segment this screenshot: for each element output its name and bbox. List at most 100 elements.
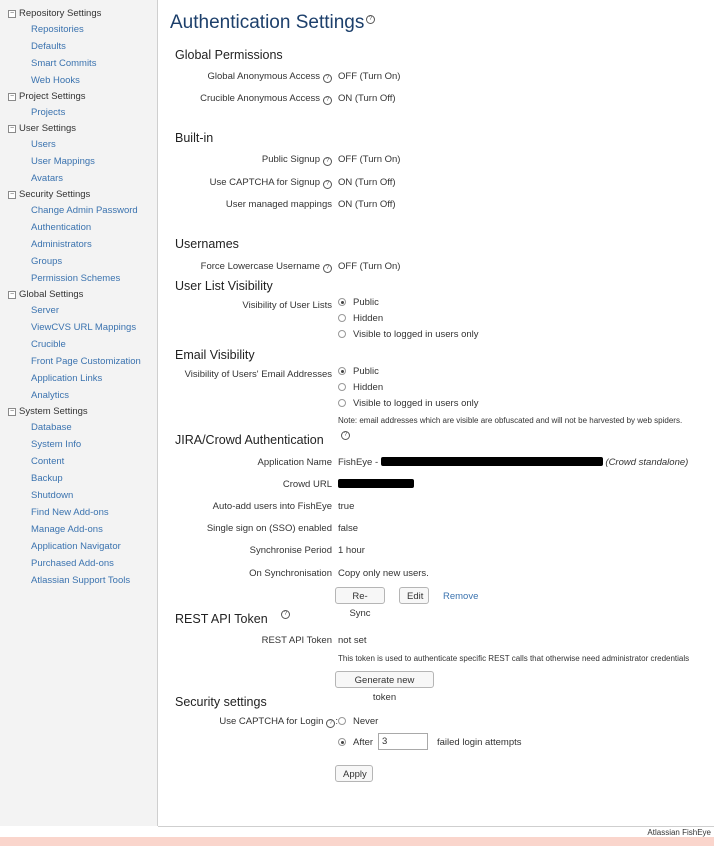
force-lowercase-username-value[interactable]: OFF (Turn On)	[338, 261, 400, 272]
collapse-icon[interactable]: −	[8, 408, 16, 416]
apply-button[interactable]: Apply	[335, 765, 373, 782]
sidebar-item-find-new-add-ons[interactable]: Find New Add-ons	[31, 506, 109, 520]
collapse-icon[interactable]: −	[8, 291, 16, 299]
global-anonymous-access-value[interactable]: OFF (Turn On)	[338, 71, 400, 82]
sidebar-group-label: Project Settings	[19, 91, 86, 102]
sidebar-group-project-settings[interactable]: − Project Settings	[8, 90, 86, 104]
user-list-option-hidden[interactable]: Hidden	[338, 313, 383, 324]
sidebar-item-database[interactable]: Database	[31, 421, 72, 435]
sidebar-item-user-mappings[interactable]: User Mappings	[31, 155, 95, 169]
sidebar-item-purchased-add-ons[interactable]: Purchased Add-ons	[31, 557, 114, 571]
help-icon[interactable]: ?	[323, 74, 332, 83]
help-icon[interactable]: ?	[341, 431, 350, 440]
sidebar-group-label: Security Settings	[19, 189, 91, 200]
help-icon[interactable]: ?	[281, 610, 290, 619]
sidebar-item-authentication[interactable]: Authentication	[31, 221, 91, 235]
user-managed-mappings-label: User managed mappings	[225, 199, 332, 210]
sidebar-item-application-navigator[interactable]: Application Navigator	[31, 540, 121, 554]
sidebar-item-permission-schemes[interactable]: Permission Schemes	[31, 272, 120, 286]
option-label: Hidden	[353, 313, 384, 324]
label-text: Use CAPTCHA for Login	[219, 716, 324, 727]
collapse-icon[interactable]: −	[8, 125, 16, 133]
help-icon[interactable]: ?	[323, 180, 332, 189]
sidebar-item-web-hooks[interactable]: Web Hooks	[31, 74, 80, 88]
help-icon[interactable]: ?	[323, 96, 332, 105]
crucible-anonymous-access-label: Crucible Anonymous Access?	[200, 93, 332, 105]
failed-attempts-suffix: failed login attempts	[437, 737, 522, 748]
sidebar-group-system-settings[interactable]: − System Settings	[8, 405, 88, 419]
user-list-option-logged-in[interactable]: Visible to logged in users only	[338, 329, 479, 340]
sidebar-item-manage-add-ons[interactable]: Manage Add-ons	[31, 523, 103, 537]
sidebar-item-smart-commits[interactable]: Smart Commits	[31, 57, 96, 71]
sidebar-item-system-info[interactable]: System Info	[31, 438, 81, 452]
sidebar-item-backup[interactable]: Backup	[31, 472, 63, 486]
edit-button[interactable]: Edit	[399, 587, 429, 604]
email-option-public[interactable]: Public	[338, 366, 379, 377]
help-icon[interactable]: ?	[323, 157, 332, 166]
remove-link[interactable]: Remove	[443, 591, 478, 602]
user-managed-mappings-value[interactable]: ON (Turn Off)	[338, 199, 396, 210]
sidebar-item-application-links[interactable]: Application Links	[31, 372, 102, 386]
generate-token-button[interactable]: Generate new token	[335, 671, 434, 703]
sidebar-item-viewcvs-url-mappings[interactable]: ViewCVS URL Mappings	[31, 321, 136, 335]
failed-attempts-input[interactable]: 3	[378, 733, 428, 750]
sidebar-item-front-page-customization[interactable]: Front Page Customization	[31, 355, 141, 369]
sidebar-group-repository-settings[interactable]: − Repository Settings	[8, 7, 101, 21]
sidebar-item-projects[interactable]: Projects	[31, 106, 65, 120]
radio-selected-icon[interactable]	[338, 298, 346, 306]
sidebar-group-label: System Settings	[19, 406, 88, 417]
collapse-icon[interactable]: −	[8, 93, 16, 101]
radio-selected-icon[interactable]	[338, 738, 346, 746]
section-heading-rest-api-token: REST API Token	[175, 612, 268, 626]
sidebar-item-avatars[interactable]: Avatars	[31, 172, 63, 186]
radio-icon[interactable]	[338, 399, 346, 407]
user-list-option-public[interactable]: Public	[338, 297, 379, 308]
collapse-icon[interactable]: −	[8, 10, 16, 18]
sync-period-label: Synchronise Period	[249, 545, 332, 556]
help-icon[interactable]: ?	[366, 15, 375, 24]
sidebar-item-shutdown[interactable]: Shutdown	[31, 489, 73, 503]
help-icon[interactable]: ?	[326, 719, 336, 728]
captcha-option-never[interactable]: Never	[338, 716, 378, 727]
help-icon[interactable]: ?	[323, 264, 332, 273]
sidebar-item-groups[interactable]: Groups	[31, 255, 62, 269]
public-signup-value[interactable]: OFF (Turn On)	[338, 154, 400, 165]
label-text: Use CAPTCHA for Signup	[209, 177, 320, 188]
resync-button[interactable]: Re-Sync	[335, 587, 385, 619]
sidebar-group-user-settings[interactable]: − User Settings	[8, 122, 76, 136]
radio-icon[interactable]	[338, 314, 346, 322]
rest-api-token-note: This token is used to authenticate speci…	[338, 654, 690, 663]
radio-icon[interactable]	[338, 330, 346, 338]
sidebar-item-repositories[interactable]: Repositories	[31, 23, 84, 37]
radio-icon[interactable]	[338, 717, 346, 725]
sidebar-item-content[interactable]: Content	[31, 455, 64, 469]
option-label: Hidden	[353, 382, 384, 393]
on-sync-value: Copy only new users.	[338, 568, 429, 579]
sidebar-group-global-settings[interactable]: − Global Settings	[8, 288, 83, 302]
email-visibility-label: Visibility of Users' Email Addresses	[184, 369, 332, 380]
application-name-label: Application Name	[257, 457, 332, 468]
crowd-url-value	[338, 479, 414, 490]
sidebar-item-server[interactable]: Server	[31, 304, 59, 318]
sidebar-item-atlassian-support-tools[interactable]: Atlassian Support Tools	[31, 574, 130, 588]
sidebar-group-security-settings[interactable]: − Security Settings	[8, 188, 90, 202]
section-heading-security-settings: Security settings	[175, 695, 267, 709]
radio-icon[interactable]	[338, 383, 346, 391]
sidebar-item-change-admin-password[interactable]: Change Admin Password	[31, 204, 138, 218]
radio-selected-icon[interactable]	[338, 367, 346, 375]
section-heading-jira-crowd: JIRA/Crowd Authentication	[175, 433, 324, 447]
captcha-option-after[interactable]: After	[338, 737, 373, 748]
sidebar-item-users[interactable]: Users	[31, 138, 56, 152]
global-anonymous-access-label: Global Anonymous Access?	[208, 71, 332, 83]
sidebar-item-analytics[interactable]: Analytics	[31, 389, 69, 403]
crucible-anonymous-access-value[interactable]: ON (Turn Off)	[338, 93, 396, 104]
option-label: Public	[353, 297, 379, 308]
captcha-signup-value[interactable]: ON (Turn Off)	[338, 177, 396, 188]
sidebar-item-administrators[interactable]: Administrators	[31, 238, 92, 252]
email-option-logged-in[interactable]: Visible to logged in users only	[338, 398, 479, 409]
sidebar-item-defaults[interactable]: Defaults	[31, 40, 66, 54]
sidebar-item-crucible[interactable]: Crucible	[31, 338, 66, 352]
email-option-hidden[interactable]: Hidden	[338, 382, 383, 393]
collapse-icon[interactable]: −	[8, 191, 16, 199]
redacted-block	[338, 479, 414, 488]
